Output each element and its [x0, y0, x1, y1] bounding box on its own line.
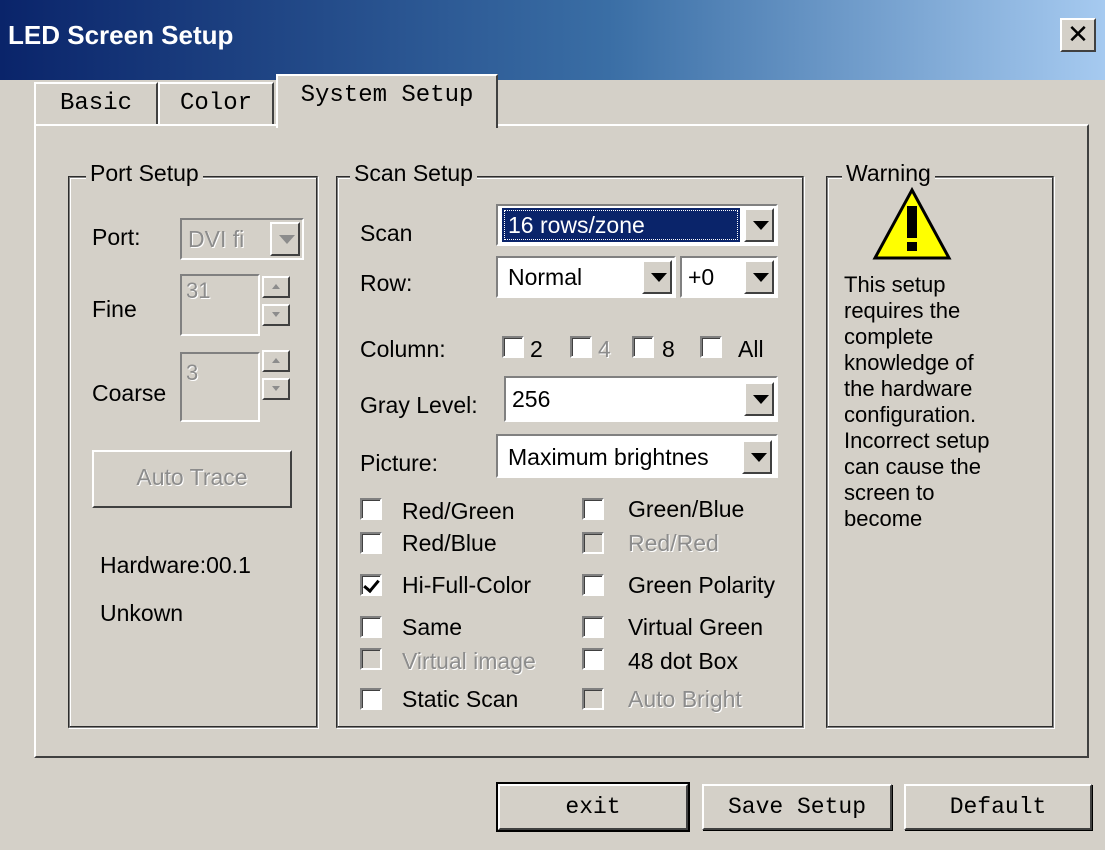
48-dot-box-checkbox[interactable] — [582, 648, 604, 670]
chevron-down-icon[interactable] — [744, 208, 774, 242]
virtual-green-checkbox[interactable] — [582, 616, 604, 638]
column-2-checkbox[interactable] — [502, 336, 524, 358]
red-green-label: Red/Green — [402, 498, 515, 524]
red-red-label: Red/Red — [628, 530, 719, 556]
warning-line: requires the — [844, 298, 961, 323]
virtual-image-checkbox[interactable] — [360, 648, 382, 670]
coarse-label: Coarse — [92, 380, 167, 406]
scan-label: Scan — [360, 220, 413, 246]
auto-bright-checkbox[interactable] — [582, 688, 604, 710]
static-scan-checkbox[interactable] — [360, 688, 382, 710]
hardware-version: Hardware:00.1 — [100, 552, 251, 578]
column-4-label: 4 — [598, 336, 611, 362]
column-4-checkbox[interactable] — [570, 336, 592, 358]
chevron-down-icon[interactable] — [270, 222, 300, 256]
chevron-down-icon[interactable] — [744, 260, 774, 294]
column-8-label: 8 — [662, 336, 675, 362]
green-polarity-label: Green Polarity — [628, 572, 776, 598]
virtual-image-label: Virtual image — [402, 648, 536, 674]
warning-line: This setup — [844, 272, 946, 297]
scan-setup-title: Scan Setup — [350, 160, 477, 187]
scan-select[interactable]: 16 rows/zone — [496, 204, 778, 246]
tab-system-setup[interactable]: System Setup — [276, 74, 498, 128]
virtual-green-label: Virtual Green — [628, 614, 764, 640]
column-all-checkbox[interactable] — [700, 336, 722, 358]
port-select[interactable]: DVI fi — [180, 218, 304, 260]
row-label: Row: — [360, 270, 413, 296]
red-blue-checkbox[interactable] — [360, 532, 382, 554]
column-label: Column: — [360, 336, 446, 362]
save-setup-button[interactable]: Save Setup — [702, 784, 892, 830]
auto-bright-label: Auto Bright — [628, 686, 742, 712]
row-offset-select[interactable]: +0 — [680, 256, 778, 298]
default-button[interactable]: Default — [904, 784, 1092, 830]
column-8-checkbox[interactable] — [632, 336, 654, 358]
warning-line: the hardware — [844, 376, 973, 401]
48-dot-box-label: 48 dot Box — [628, 648, 738, 674]
warning-line: can cause the — [844, 454, 981, 479]
tab-label: System Setup — [300, 82, 474, 109]
fine-spin-up[interactable] — [262, 276, 290, 298]
hi-full-color-label: Hi-Full-Color — [402, 572, 532, 598]
coarse-spin-down[interactable] — [262, 378, 290, 400]
red-red-checkbox[interactable] — [582, 532, 604, 554]
picture-label: Picture: — [360, 450, 438, 476]
same-checkbox[interactable] — [360, 616, 382, 638]
fine-input[interactable]: 31 — [180, 274, 260, 336]
picture-value: Maximum brightnes — [508, 444, 709, 470]
red-green-checkbox[interactable] — [360, 498, 382, 520]
chevron-down-icon[interactable] — [744, 382, 774, 416]
hardware-status: Unkown — [100, 600, 184, 626]
green-polarity-checkbox[interactable] — [582, 574, 604, 596]
chevron-down-icon[interactable] — [742, 440, 772, 474]
red-blue-label: Red/Blue — [402, 530, 497, 556]
title-bar: LED Screen Setup ✕ — [0, 0, 1105, 80]
tab-basic[interactable]: Basic — [34, 82, 158, 128]
warning-line: configuration. — [844, 402, 977, 427]
row-value: Normal — [508, 264, 583, 290]
coarse-value: 3 — [186, 360, 199, 385]
chevron-down-icon[interactable] — [642, 260, 672, 294]
green-blue-checkbox[interactable] — [582, 498, 604, 520]
hi-full-color-checkbox[interactable] — [360, 574, 382, 596]
warning-triangle-icon — [872, 186, 952, 262]
row-select[interactable]: Normal — [496, 256, 676, 298]
warning-line: complete — [844, 324, 934, 349]
warning-line: knowledge of — [844, 350, 974, 375]
auto-trace-button[interactable]: Auto Trace — [92, 450, 292, 508]
gray-level-select[interactable]: 256 — [504, 376, 778, 422]
auto-trace-label: Auto Trace — [136, 464, 248, 490]
port-value: DVI fi — [188, 226, 245, 252]
port-setup-title: Port Setup — [86, 160, 203, 187]
column-all-label: All — [738, 336, 764, 362]
fine-value: 31 — [186, 278, 211, 303]
scan-value: 16 rows/zone — [502, 208, 740, 242]
close-icon: ✕ — [1067, 19, 1089, 49]
same-label: Same — [402, 614, 463, 640]
port-label: Port: — [92, 224, 141, 250]
tab-color[interactable]: Color — [158, 82, 274, 128]
warning-message: This setup requires the complete knowled… — [844, 272, 1048, 532]
coarse-input[interactable]: 3 — [180, 352, 260, 422]
coarse-spin-up[interactable] — [262, 350, 290, 372]
warning-line: become — [844, 506, 923, 531]
tab-label: Color — [179, 90, 252, 117]
gray-level-value: 256 — [512, 386, 551, 412]
warning-title: Warning — [842, 160, 935, 187]
column-2-label: 2 — [530, 336, 543, 362]
exit-button[interactable]: exit — [496, 782, 690, 832]
row-offset-value: +0 — [688, 264, 715, 290]
green-blue-label: Green/Blue — [628, 496, 745, 522]
close-button[interactable]: ✕ — [1060, 18, 1096, 52]
fine-label: Fine — [92, 296, 137, 322]
warning-line: screen to — [844, 480, 935, 505]
window-title: LED Screen Setup — [8, 20, 234, 50]
static-scan-label: Static Scan — [402, 686, 519, 712]
tab-label: Basic — [59, 90, 132, 117]
fine-spin-down[interactable] — [262, 304, 290, 326]
warning-line: Incorrect setup — [844, 428, 990, 453]
gray-level-label: Gray Level: — [360, 392, 478, 418]
picture-select[interactable]: Maximum brightnes — [496, 434, 778, 478]
